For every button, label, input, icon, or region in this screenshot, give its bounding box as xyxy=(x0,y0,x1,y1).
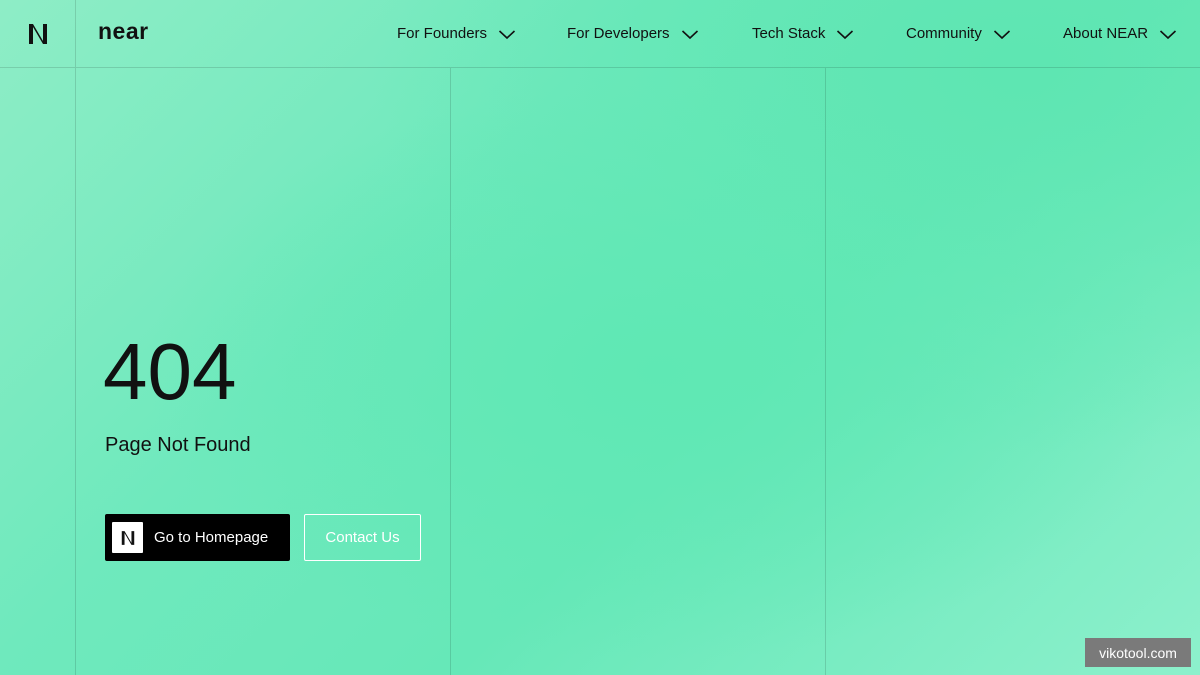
nav-item-label: For Developers xyxy=(567,25,670,42)
nav-item-community[interactable]: Community xyxy=(906,0,1011,67)
logo-link[interactable] xyxy=(0,0,76,67)
nav-item-label: Tech Stack xyxy=(752,25,826,42)
nav-item-label: Community xyxy=(906,25,982,42)
nav-item-about-near[interactable]: About NEAR xyxy=(1063,0,1177,67)
chevron-down-icon xyxy=(499,29,516,39)
watermark: vikotool.com xyxy=(1085,638,1191,667)
chevron-down-icon xyxy=(1160,29,1177,39)
error-message: Page Not Found xyxy=(105,434,251,456)
nav-item-label: For Founders xyxy=(397,25,488,42)
nav-item-label: About NEAR xyxy=(1063,25,1149,42)
near-n-logo-icon xyxy=(25,21,51,47)
contact-us-button[interactable]: Contact Us xyxy=(304,514,421,561)
site-header: near For Founders For Developers Tech St… xyxy=(0,0,1200,68)
chevron-down-icon xyxy=(837,29,854,39)
contact-us-label: Contact Us xyxy=(325,529,400,546)
go-to-homepage-label: Go to Homepage xyxy=(154,529,269,546)
go-to-homepage-button[interactable]: Go to Homepage xyxy=(105,514,290,561)
nav-item-for-developers[interactable]: For Developers xyxy=(567,0,699,67)
error-code-heading: 404 xyxy=(103,327,237,416)
near-n-logo-icon xyxy=(112,522,143,553)
nav-item-tech-stack[interactable]: Tech Stack xyxy=(752,0,854,67)
grid-divider xyxy=(825,68,826,675)
grid-divider xyxy=(75,68,76,675)
chevron-down-icon xyxy=(681,29,698,39)
wordmark-link[interactable]: near xyxy=(98,18,149,45)
nav-item-for-founders[interactable]: For Founders xyxy=(397,0,516,67)
chevron-down-icon xyxy=(993,29,1010,39)
grid-divider xyxy=(450,68,451,675)
